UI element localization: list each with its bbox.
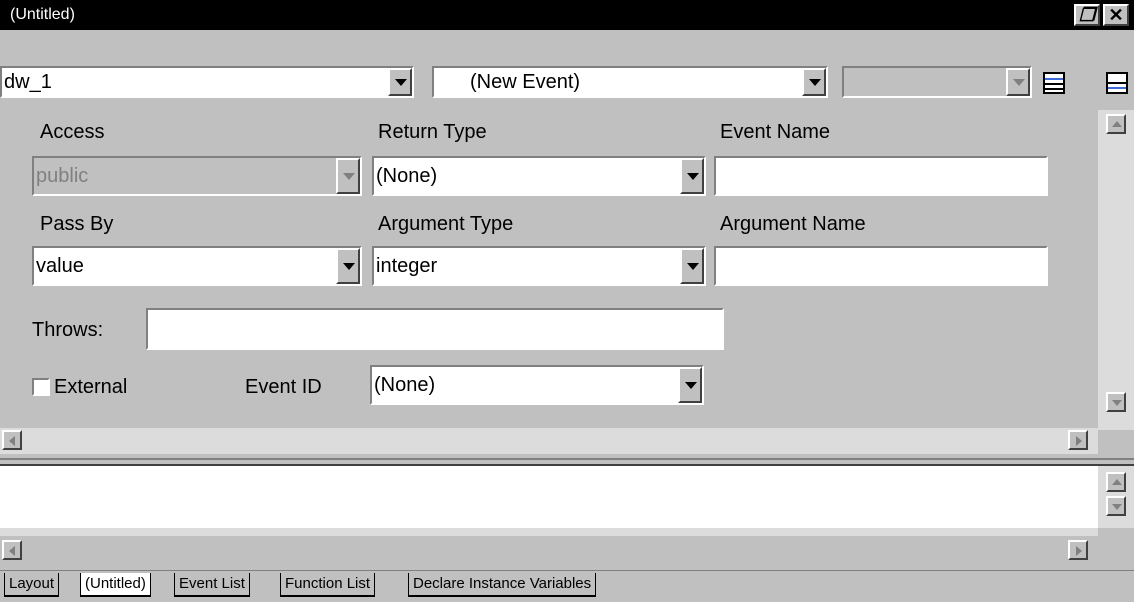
tab-function-list[interactable]: Function List bbox=[280, 573, 376, 597]
pass-by-label: Pass By bbox=[40, 213, 114, 235]
editor-horizontal-scrollbar[interactable] bbox=[0, 528, 1098, 568]
return-type-value: (None) bbox=[376, 165, 438, 187]
scroll-right-icon bbox=[1076, 436, 1082, 446]
scroll-up-icon bbox=[1112, 479, 1122, 485]
chevron-down-icon bbox=[685, 382, 697, 389]
event-select-value: (New Event) bbox=[470, 71, 581, 93]
tab-label: Function List bbox=[285, 575, 371, 592]
chevron-down-icon bbox=[395, 79, 407, 86]
access-label: Access bbox=[40, 121, 105, 143]
event-select[interactable]: (New Event) bbox=[432, 66, 828, 98]
pass-by-value: value bbox=[36, 255, 84, 277]
scroll-track bbox=[0, 528, 1098, 536]
access-select-value: public bbox=[36, 165, 89, 187]
editor-scroll-down-button[interactable] bbox=[1106, 496, 1126, 516]
scroll-left-button[interactable] bbox=[2, 430, 22, 450]
throws-input[interactable] bbox=[146, 308, 724, 350]
editor-vertical-scrollbar[interactable] bbox=[1098, 466, 1134, 528]
tab-untitled[interactable]: (Untitled) bbox=[80, 573, 151, 597]
chevron-down-icon bbox=[343, 263, 355, 270]
prototype-vertical-scrollbar[interactable] bbox=[1098, 110, 1134, 430]
scroll-up-button[interactable] bbox=[1106, 114, 1126, 134]
pass-by-select[interactable]: value bbox=[32, 246, 362, 286]
access-dropdown-button[interactable] bbox=[336, 158, 360, 194]
access-select[interactable]: public bbox=[32, 156, 362, 196]
editor-scroll-right-button[interactable] bbox=[1068, 540, 1088, 560]
title-bar: (Untitled) ❐ ✕ bbox=[0, 0, 1134, 30]
pass-by-dropdown-button[interactable] bbox=[336, 248, 360, 284]
chevron-down-icon bbox=[809, 79, 821, 86]
tab-label: Event List bbox=[179, 575, 245, 592]
editor-scroll-up-button[interactable] bbox=[1106, 472, 1126, 492]
argument-type-dropdown-button[interactable] bbox=[680, 248, 704, 284]
argument-type-label: Argument Type bbox=[378, 213, 514, 235]
tab-event-list[interactable]: Event List bbox=[174, 573, 250, 597]
close-icon: ✕ bbox=[1108, 5, 1124, 25]
scroll-down-icon bbox=[1112, 400, 1122, 406]
event-id-label: Event ID bbox=[245, 376, 322, 398]
scroll-up-icon bbox=[1112, 121, 1122, 127]
chevron-down-icon bbox=[687, 173, 699, 180]
return-type-select[interactable]: (None) bbox=[372, 156, 706, 196]
scroll-down-button[interactable] bbox=[1106, 392, 1126, 412]
event-id-value: (None) bbox=[374, 374, 436, 396]
chevron-down-icon bbox=[687, 263, 699, 270]
icon-line bbox=[1108, 87, 1126, 89]
icon-line bbox=[1045, 78, 1063, 80]
tab-declare-instance-variables[interactable]: Declare Instance Variables bbox=[408, 573, 597, 597]
script-painter-window: (Untitled) ❐ ✕ dw_1 (New Event) Access R… bbox=[0, 0, 1134, 602]
argument-name-input[interactable] bbox=[714, 246, 1048, 286]
ancestor-select-dropdown-button[interactable] bbox=[1006, 68, 1030, 96]
return-type-label: Return Type bbox=[378, 121, 487, 143]
prototype-view-button[interactable] bbox=[1040, 68, 1068, 98]
tab-label: (Untitled) bbox=[85, 575, 146, 592]
close-button[interactable]: ✕ bbox=[1103, 4, 1129, 26]
window-title: (Untitled) bbox=[10, 6, 75, 23]
scroll-down-icon bbox=[1112, 504, 1122, 510]
script-editor[interactable] bbox=[0, 466, 1098, 528]
argument-type-select[interactable]: integer bbox=[372, 246, 706, 286]
argument-name-label: Argument Name bbox=[720, 213, 866, 235]
scroll-left-icon bbox=[9, 436, 15, 446]
tab-label: Declare Instance Variables bbox=[413, 575, 592, 592]
scroll-right-icon bbox=[1076, 546, 1082, 556]
event-id-dropdown-button[interactable] bbox=[678, 367, 702, 403]
restore-button[interactable]: ❐ bbox=[1074, 4, 1100, 26]
external-checkbox[interactable] bbox=[32, 378, 50, 396]
icon-line bbox=[1045, 88, 1063, 90]
scroll-right-button[interactable] bbox=[1068, 430, 1088, 450]
return-type-dropdown-button[interactable] bbox=[680, 158, 704, 194]
pane-splitter[interactable] bbox=[0, 458, 1134, 466]
tab-label: Layout bbox=[9, 575, 55, 592]
argument-type-value: integer bbox=[376, 255, 438, 277]
object-select[interactable]: dw_1 bbox=[0, 66, 414, 98]
restore-icon: ❐ bbox=[1078, 5, 1096, 25]
event-select-dropdown-button[interactable] bbox=[802, 68, 826, 96]
tab-strip: Layout (Untitled) Event List Function Li… bbox=[0, 570, 1134, 602]
event-id-select[interactable]: (None) bbox=[370, 365, 704, 405]
chevron-down-icon bbox=[343, 173, 355, 180]
tab-layout[interactable]: Layout bbox=[4, 573, 60, 597]
ancestor-select[interactable] bbox=[842, 66, 1032, 98]
scroll-left-icon bbox=[9, 546, 15, 556]
icon-line bbox=[1045, 83, 1063, 85]
external-label: External bbox=[54, 376, 128, 398]
icon-line bbox=[1108, 82, 1126, 84]
object-select-dropdown-button[interactable] bbox=[388, 68, 412, 96]
object-select-value: dw_1 bbox=[4, 71, 52, 93]
chevron-down-icon bbox=[1013, 79, 1025, 86]
throws-label: Throws: bbox=[32, 319, 104, 341]
editor-scroll-left-button[interactable] bbox=[2, 540, 22, 560]
prototype-horizontal-scrollbar[interactable] bbox=[0, 428, 1098, 454]
event-name-label: Event Name bbox=[720, 121, 831, 143]
split-view-button[interactable] bbox=[1103, 68, 1131, 98]
event-name-input[interactable] bbox=[714, 156, 1048, 196]
